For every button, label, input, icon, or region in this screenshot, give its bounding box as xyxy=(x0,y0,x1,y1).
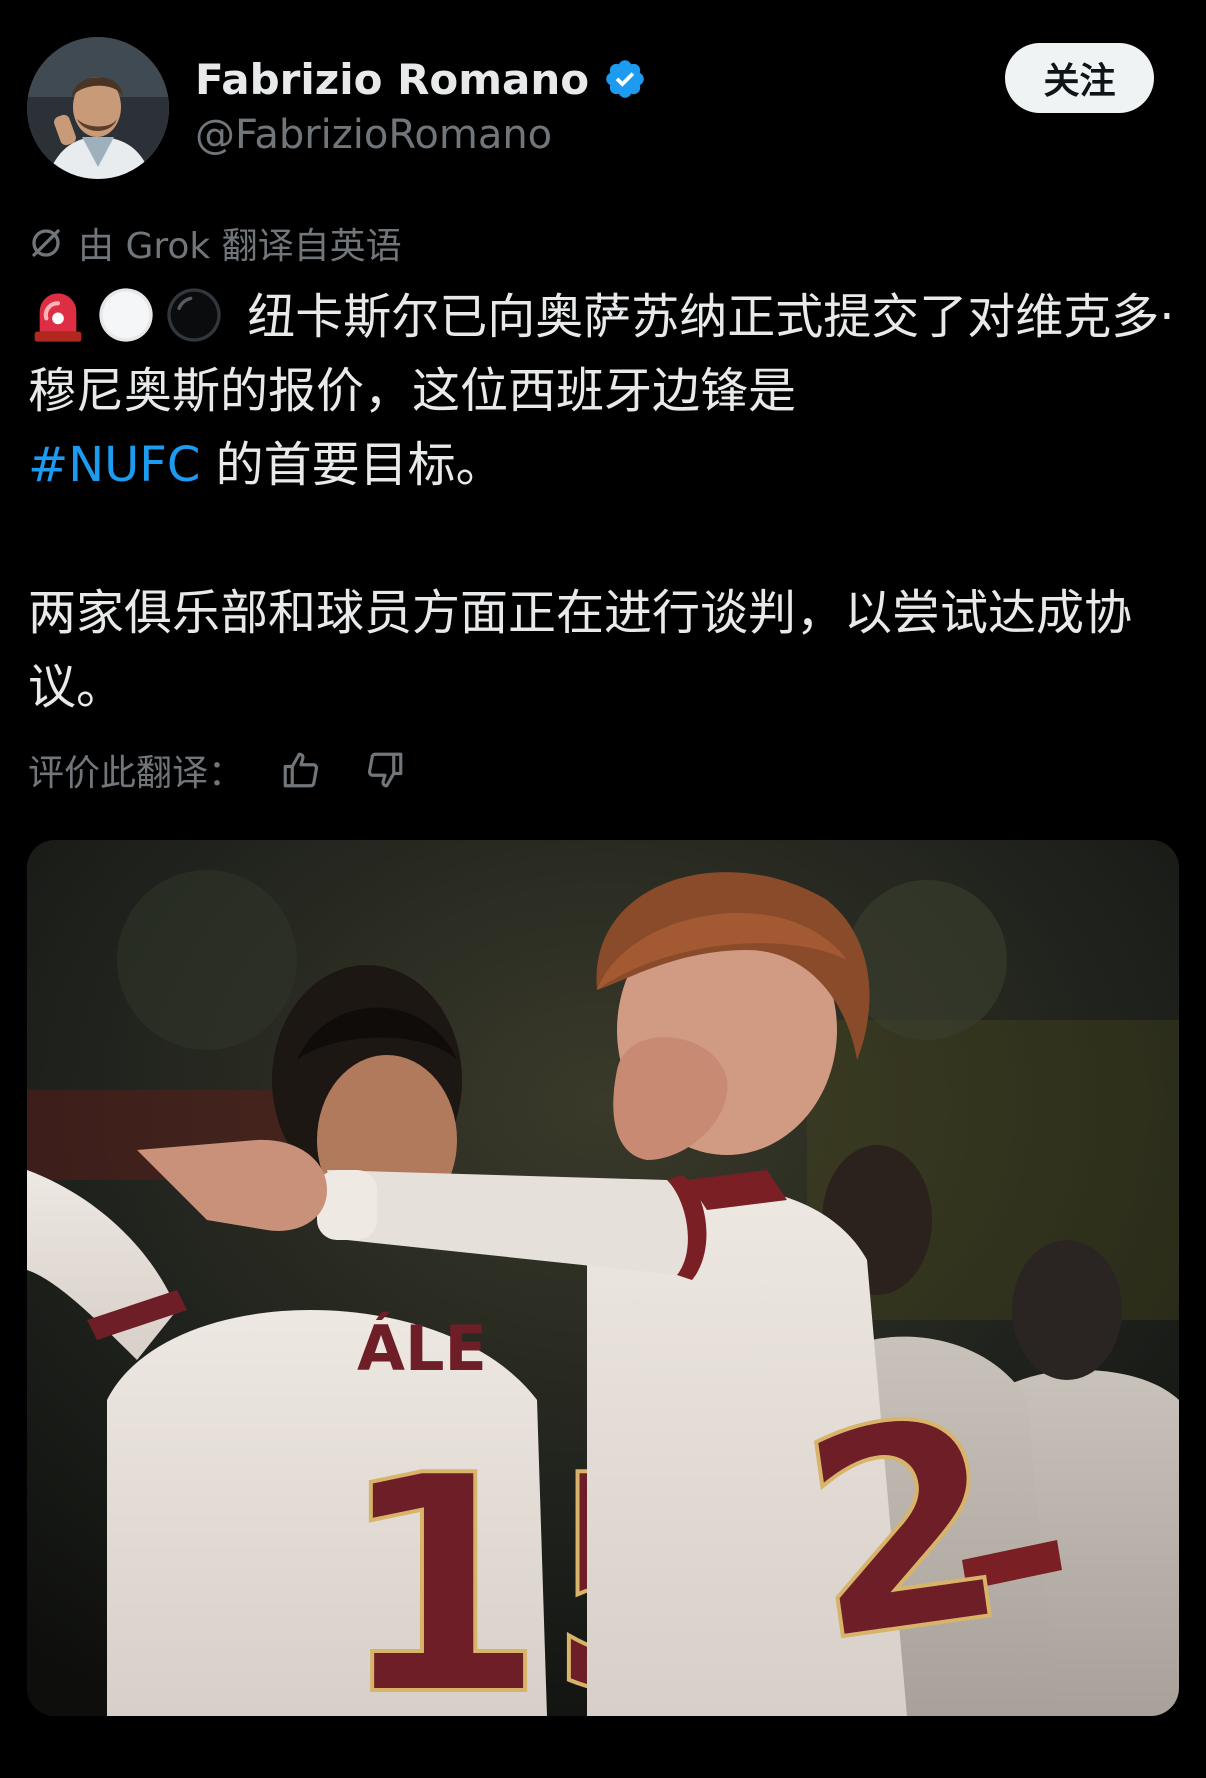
tweet-text: 纽卡斯尔已向奥萨苏纳正式提交了对维克多·穆尼奥斯的报价，这位西班牙边锋是 #NUF… xyxy=(28,280,1178,724)
grok-slash-icon xyxy=(32,229,60,257)
translation-note-text: 由 Grok 翻译自英语 xyxy=(78,226,402,267)
hashtag-link[interactable]: #NUFC xyxy=(28,437,200,493)
tweet-media-image[interactable]: ÁLE 15 2 xyxy=(27,840,1179,1716)
football-players-photo: ÁLE 15 2 xyxy=(27,840,1179,1716)
tweet-line-1-tail: 的首要目标。 xyxy=(215,437,504,493)
follow-button[interactable]: 关注 xyxy=(1005,43,1154,113)
profile-photo xyxy=(27,37,169,179)
tweet-paragraph-1: 纽卡斯尔已向奥萨苏纳正式提交了对维克多·穆尼奥斯的报价，这位西班牙边锋是 #NUF… xyxy=(28,280,1178,502)
verified-badge-icon xyxy=(606,60,644,98)
rate-translation-label: 评价此翻译： xyxy=(28,753,245,794)
white-circle-emoji xyxy=(99,288,153,342)
author-display-name[interactable]: Fabrizio Romano xyxy=(195,55,589,104)
rotating-light-emoji xyxy=(34,293,82,342)
thumbs-up-icon[interactable] xyxy=(280,749,322,791)
black-circle-emoji xyxy=(167,288,221,342)
jersey-name-left: ÁLE xyxy=(357,1312,487,1385)
author-avatar[interactable] xyxy=(27,37,169,179)
translation-note: 由 Grok 翻译自英语 xyxy=(28,218,402,268)
thumbs-down-icon[interactable] xyxy=(364,749,406,791)
author-name-row[interactable]: Fabrizio Romano xyxy=(195,48,647,110)
author-handle[interactable]: @FabrizioRomano xyxy=(195,112,552,158)
tweet-paragraph-2: 两家俱乐部和球员方面正在进行谈判，以尝试达成协议。 xyxy=(28,585,1133,715)
rate-translation-row: 评价此翻译： xyxy=(28,740,406,800)
